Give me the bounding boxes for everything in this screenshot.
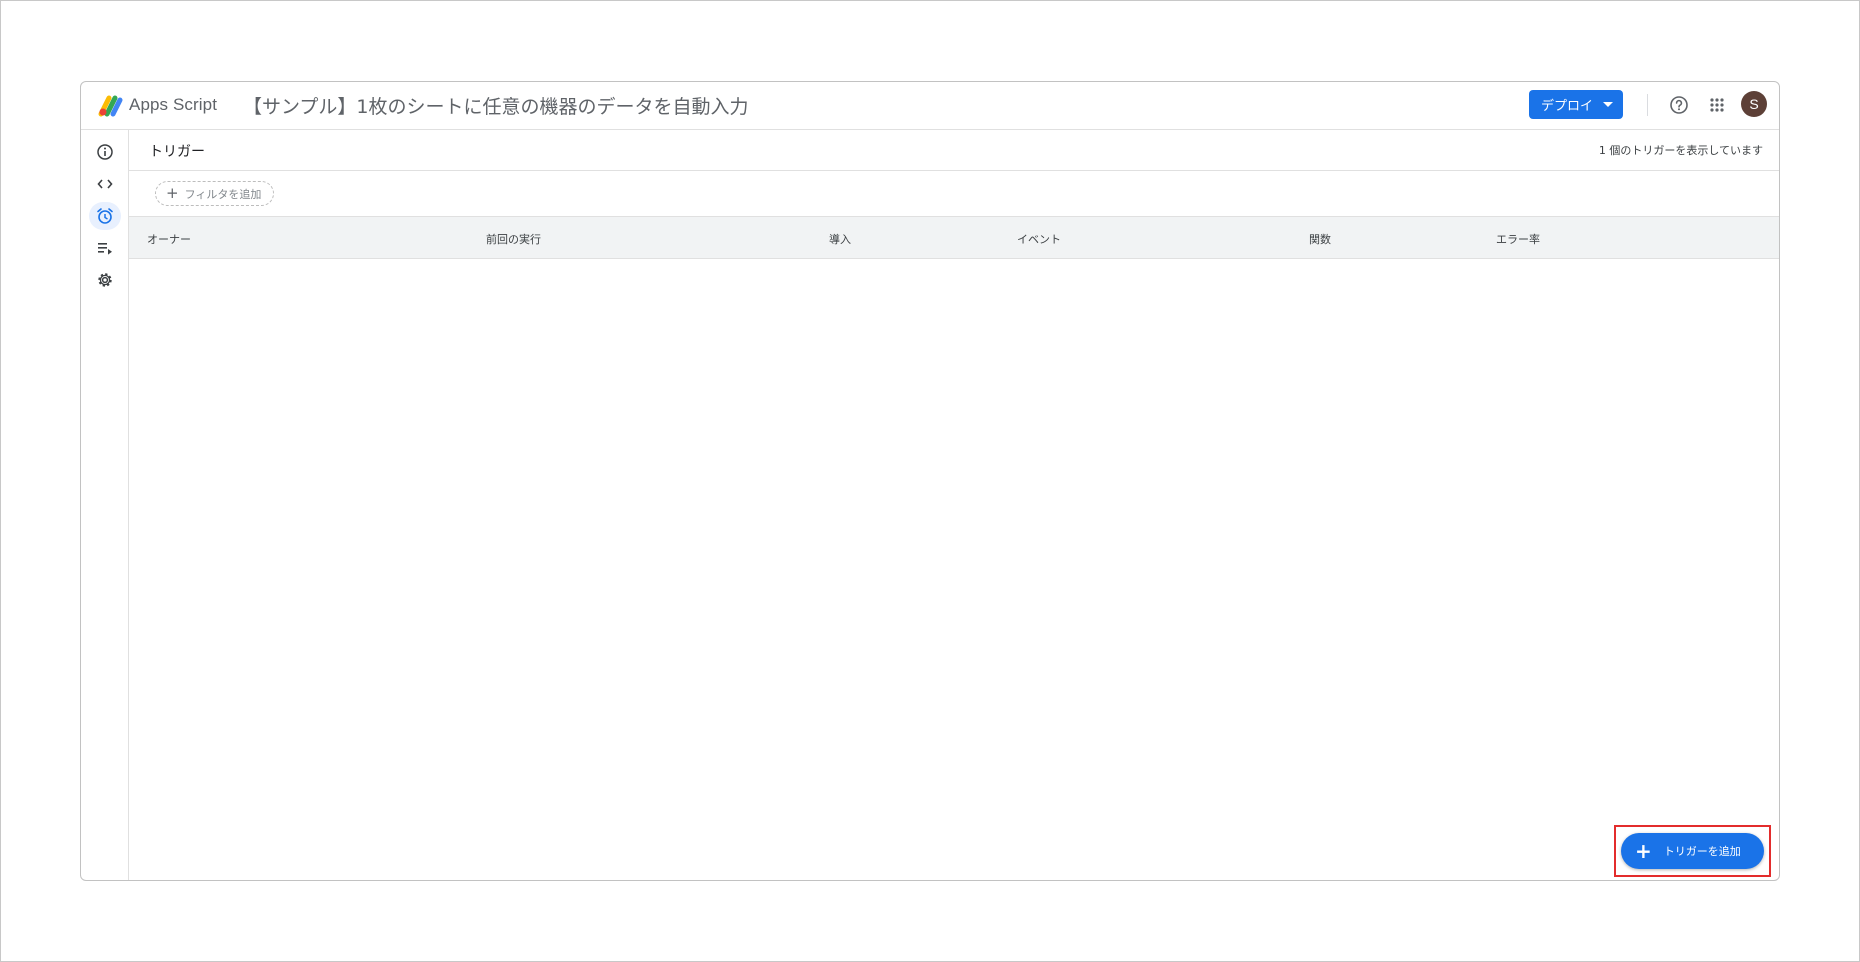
add-filter-label: フィルタを追加 (184, 187, 262, 201)
top-header: Apps Script 【サンプル】1枚のシートに任意の機器のデータを自動入力 … (81, 82, 1779, 130)
add-trigger-label: トリガーを追加 (1663, 845, 1741, 858)
sidebar-item-executions[interactable] (89, 234, 121, 262)
sidebar-item-overview[interactable] (89, 138, 121, 166)
deploy-button[interactable]: デプロイ (1529, 90, 1623, 119)
trigger-count-text: 1 個のトリガーを表示しています (1598, 144, 1763, 157)
column-header-deployment[interactable]: 導入 (829, 231, 851, 247)
sidebar-item-settings[interactable] (89, 266, 121, 294)
gear-icon (98, 273, 112, 287)
help-icon[interactable] (1667, 93, 1691, 117)
column-header-event[interactable]: イベント (1017, 231, 1061, 247)
plus-icon: + (166, 184, 179, 202)
left-nav-sidebar (81, 130, 129, 880)
table-header: オーナー 前回の実行 導入 イベント 関数 エラー率 (129, 216, 1779, 259)
column-header-owner[interactable]: オーナー (147, 231, 191, 247)
triggers-panel: トリガー 1 個のトリガーを表示しています + フィルタを追加 オーナー 前回の… (129, 130, 1779, 880)
apps-script-logo-icon[interactable] (97, 92, 123, 118)
title-divider (129, 170, 1779, 171)
account-avatar[interactable]: S (1741, 91, 1767, 117)
page-title: トリガー (149, 144, 205, 160)
alarm-clock-icon (97, 208, 113, 224)
executions-list-icon (98, 243, 112, 255)
info-icon (97, 144, 113, 160)
sidebar-item-editor[interactable] (89, 170, 121, 198)
deploy-button-label: デプロイ (1541, 99, 1594, 114)
apps-script-window: Apps Script 【サンプル】1枚のシートに任意の機器のデータを自動入力 … (80, 81, 1780, 881)
column-header-function[interactable]: 関数 (1309, 231, 1331, 247)
sidebar-item-triggers[interactable] (89, 202, 121, 230)
header-divider (1647, 94, 1648, 116)
code-icon (97, 179, 113, 189)
column-header-error-rate[interactable]: エラー率 (1496, 231, 1540, 247)
dropdown-caret-icon (1603, 102, 1613, 107)
avatar-initial: S (1749, 96, 1759, 112)
add-filter-chip[interactable]: + フィルタを追加 (155, 181, 275, 206)
project-title[interactable]: 【サンプル】1枚のシートに任意の機器のデータを自動入力 (243, 92, 749, 119)
google-apps-grid-icon[interactable] (1705, 93, 1729, 117)
plus-icon: + (1635, 839, 1652, 863)
add-trigger-button[interactable]: + トリガーを追加 (1621, 833, 1764, 869)
app-name[interactable]: Apps Script (129, 95, 217, 115)
column-header-last-run[interactable]: 前回の実行 (486, 231, 541, 247)
